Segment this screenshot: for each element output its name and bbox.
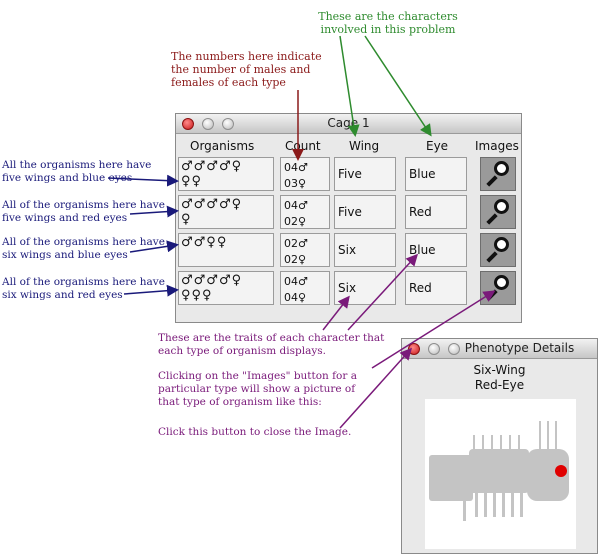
count-cell-row2: 04♂ 02♀ — [280, 195, 330, 229]
organisms-cell-row3: ♂♂♀♀ — [178, 233, 274, 267]
count-cell-row3: 02♂ 02♀ — [280, 233, 330, 267]
row2-annotation: All of the organisms here have five wing… — [2, 199, 165, 224]
eye-marker — [555, 465, 567, 477]
row1-annotation: All the organisms here have five wings a… — [2, 159, 152, 184]
count-cell-row1: 04♂ 03♀ — [280, 157, 330, 191]
row4-annotation: All of the organisms here have six wings… — [2, 276, 165, 301]
organism-figure — [429, 421, 569, 521]
magnifier-icon — [494, 161, 509, 176]
phenotype-image — [425, 399, 576, 549]
wing-label: Six-Wing — [473, 363, 526, 377]
cage-window: Cage 1 Organisms Count Wing Eye Images ♂… — [175, 113, 522, 323]
cage-titlebar: Cage 1 — [176, 114, 521, 134]
phenotype-title: Phenotype Details — [464, 341, 575, 355]
numbers-annotation: The numbers here indicate the number of … — [171, 50, 322, 89]
phenotype-window: Phenotype Details Six-Wing Red-Eye — [401, 338, 598, 554]
images-annotation: Clicking on the "Images" button for a pa… — [158, 370, 357, 408]
eye-cell-row1: Blue — [405, 157, 467, 191]
count-header: Count — [285, 139, 321, 153]
characters-annotation: These are the characters involved in thi… — [318, 10, 458, 36]
images-button-row1[interactable] — [480, 157, 516, 191]
traits-annotation: These are the traits of each character t… — [158, 332, 385, 357]
cage-title: Cage 1 — [327, 116, 370, 130]
wing-cell-row1: Five — [334, 157, 396, 191]
magnifier-icon — [494, 199, 509, 214]
images-button-row2[interactable] — [480, 195, 516, 229]
close-annotation: Click this button to close the Image. — [158, 426, 352, 438]
wing-cell-row4: Six — [334, 271, 396, 305]
eye-header: Eye — [426, 139, 449, 153]
magnifier-icon — [494, 237, 509, 252]
magnifier-icon — [494, 275, 509, 290]
images-header: Images — [475, 139, 519, 153]
eye-label: Red-Eye — [474, 378, 525, 392]
phenotype-close-button[interactable] — [408, 343, 420, 355]
wing-cell-row2: Five — [334, 195, 396, 229]
eye-cell-row3: Blue — [405, 233, 467, 267]
wing-header: Wing — [349, 139, 380, 153]
organisms-cell-row2: ♂♂♂♂♀ ♀ — [178, 195, 274, 229]
eye-cell-row4: Red — [405, 271, 467, 305]
wing-cell-row3: Six — [334, 233, 396, 267]
row3-annotation: All of the organisms here have six wings… — [2, 236, 165, 261]
phenotype-titlebar: Phenotype Details — [402, 339, 597, 359]
images-button-row4[interactable] — [480, 271, 516, 305]
phenotype-minimize-button[interactable] — [428, 343, 440, 355]
count-cell-row4: 04♂ 04♀ — [280, 271, 330, 305]
organisms-cell-row1: ♂♂♂♂♀ ♀♀ — [178, 157, 274, 191]
organisms-header: Organisms — [190, 139, 255, 153]
eye-cell-row2: Red — [405, 195, 467, 229]
organisms-cell-row4: ♂♂♂♂♀ ♀♀♀ — [178, 271, 274, 305]
images-button-row3[interactable] — [480, 233, 516, 267]
